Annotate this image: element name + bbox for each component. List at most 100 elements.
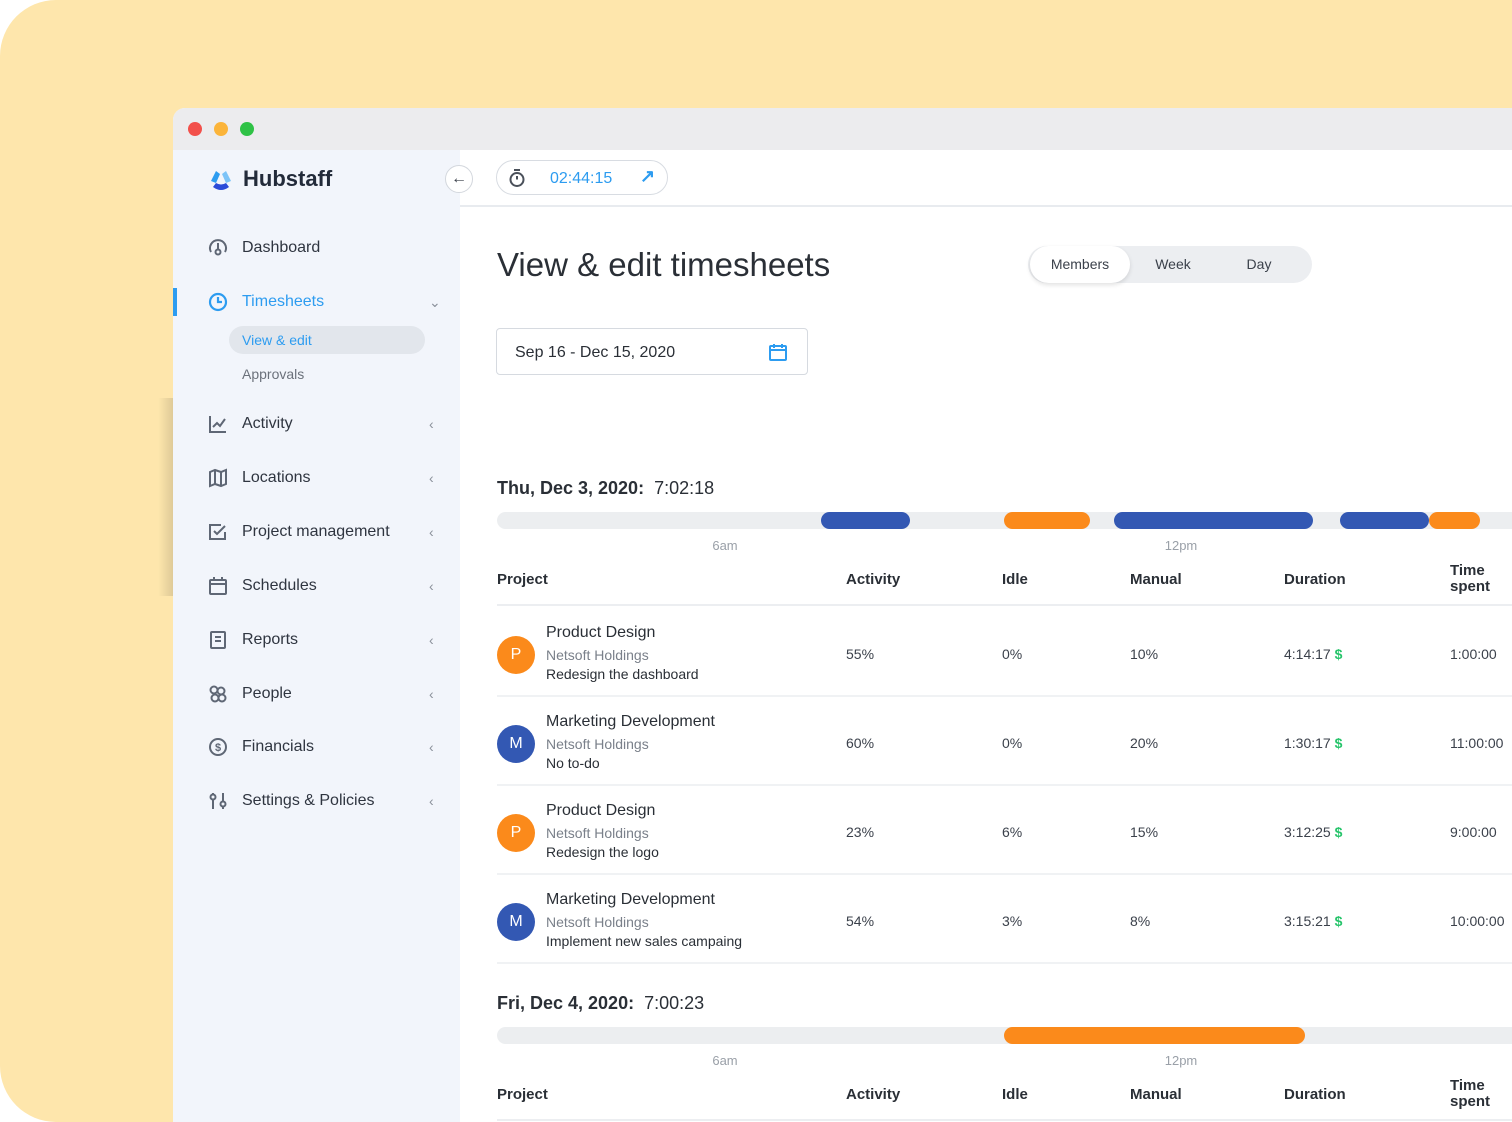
todo-name: Redesign the dashboard	[546, 666, 699, 682]
sidebar-item-locations[interactable]: Locations ‹	[173, 458, 460, 498]
logo[interactable]: Hubstaff	[207, 165, 332, 193]
date-range-value: Sep 16 - Dec 15, 2020	[515, 344, 676, 361]
idle-value: 3%	[1002, 913, 1023, 929]
checkbox-icon	[209, 524, 226, 540]
table-row[interactable]: M Marketing Development Netsoft Holdings…	[497, 875, 1512, 964]
column-header-duration[interactable]: Duration	[1284, 571, 1346, 588]
tab-members[interactable]: Members	[1030, 246, 1130, 283]
column-header-activity[interactable]: Activity	[846, 1086, 900, 1103]
billable-dollar-icon: $	[1334, 913, 1343, 929]
timer-widget[interactable]: 02:44:15 ↗	[496, 160, 668, 195]
timeline-segment-idle[interactable]	[1003, 1027, 1305, 1044]
sidebar-item-project-management[interactable]: Project management ‹	[173, 512, 460, 552]
activity-value: 23%	[846, 824, 875, 840]
day-date: Thu, Dec 3, 2020:	[497, 478, 645, 498]
close-window-button[interactable]	[188, 122, 202, 136]
column-header-time-spent[interactable]: Time spent	[1450, 1078, 1502, 1110]
chart-icon	[209, 416, 226, 433]
sidebar: Hubstaff Dashboard Timesheets ⌄ View & ed…	[173, 150, 460, 1122]
sidebar-item-label: Timesheets	[242, 293, 325, 310]
project-name: Product Design	[546, 802, 656, 819]
project-avatar: P	[497, 814, 535, 852]
column-header-time-spent[interactable]: Time spent	[1450, 563, 1502, 595]
column-header-idle[interactable]: Idle	[1002, 571, 1028, 588]
billable-dollar-icon: $	[1334, 824, 1343, 840]
timeline-segment-work[interactable]	[1114, 512, 1314, 529]
time-spent-value: 11:00:00	[1450, 735, 1504, 751]
sidebar-item-label: Settings & Policies	[242, 792, 375, 809]
sidebar-item-people[interactable]: People ‹	[173, 674, 460, 714]
chevron-left-icon[interactable]: ‹	[429, 524, 434, 540]
chevron-left-icon[interactable]: ‹	[429, 416, 434, 432]
day-header: Fri, Dec 4, 2020: 7:00:23	[497, 993, 704, 1014]
minimize-window-button[interactable]	[214, 122, 228, 136]
column-header-project[interactable]: Project	[497, 1086, 548, 1103]
column-header-project[interactable]: Project	[497, 571, 548, 588]
column-header-activity[interactable]: Activity	[846, 571, 900, 588]
chevron-left-icon[interactable]: ‹	[429, 578, 434, 594]
timeline-segment-work[interactable]	[1339, 512, 1429, 529]
active-indicator	[173, 288, 177, 316]
table-row[interactable]: P Product Design Netsoft Holdings Redesi…	[497, 608, 1512, 697]
activity-value: 55%	[846, 646, 875, 662]
duration-value: 1:30:17	[1284, 735, 1331, 751]
sidebar-item-settings-policies[interactable]: Settings & Policies ‹	[173, 781, 460, 821]
chevron-left-icon[interactable]: ‹	[429, 793, 434, 809]
duration-value: 3:15:21	[1284, 913, 1331, 929]
report-icon	[210, 631, 226, 649]
idle-value: 0%	[1002, 646, 1023, 662]
chevron-down-icon[interactable]: ⌄	[429, 294, 441, 311]
sidebar-subitem-approvals[interactable]: Approvals	[229, 360, 425, 388]
people-icon	[209, 685, 227, 703]
date-range-picker[interactable]: Sep 16 - Dec 15, 2020	[496, 328, 808, 375]
sidebar-item-label: Dashboard	[242, 239, 321, 256]
column-header-manual[interactable]: Manual	[1130, 571, 1182, 588]
header-divider	[497, 1119, 1512, 1121]
sidebar-item-activity[interactable]: Activity ‹	[173, 404, 460, 444]
sidebar-item-dashboard[interactable]: Dashboard	[173, 228, 460, 268]
time-spent-value: 10:00:00	[1450, 913, 1505, 929]
chevron-left-icon[interactable]: ‹	[429, 470, 434, 486]
timeline-segment-idle[interactable]	[1428, 512, 1480, 529]
dashboard-icon	[209, 239, 227, 256]
sidebar-item-label: Activity	[242, 415, 293, 432]
expand-arrow-icon[interactable]: ↗	[640, 166, 655, 187]
sidebar-subitem-view-edit[interactable]: View & edit	[229, 326, 425, 354]
time-spent-value: 9:00:00	[1450, 824, 1497, 840]
chevron-left-icon[interactable]: ‹	[429, 632, 434, 648]
idle-value: 0%	[1002, 735, 1023, 751]
manual-value: 8%	[1130, 913, 1151, 929]
todo-name: No to-do	[546, 755, 600, 771]
sidebar-item-financials[interactable]: $ Financials ‹	[173, 727, 460, 767]
activity-value: 54%	[846, 913, 875, 929]
chevron-left-icon[interactable]: ‹	[429, 686, 434, 702]
maximize-window-button[interactable]	[240, 122, 254, 136]
sidebar-item-reports[interactable]: Reports ‹	[173, 620, 460, 660]
tab-day[interactable]: Day	[1226, 246, 1292, 283]
calendar-icon	[769, 344, 787, 361]
collapse-sidebar-button[interactable]: ←	[445, 165, 473, 193]
table-row[interactable]: M Marketing Development Netsoft Holdings…	[497, 697, 1512, 786]
timeline-track	[497, 1027, 1512, 1044]
time-spent-value: 1:00:00	[1450, 646, 1497, 662]
column-header-idle[interactable]: Idle	[1002, 1086, 1028, 1103]
timeline-tick: 6am	[712, 1053, 738, 1068]
timeline-segment-work[interactable]	[820, 512, 910, 529]
table-row[interactable]: P Product Design Netsoft Holdings Redesi…	[497, 786, 1512, 875]
app-name: Hubstaff	[243, 166, 333, 191]
day-total: 7:02:18	[654, 478, 715, 498]
sidebar-item-timesheets[interactable]: Timesheets ⌄	[173, 282, 460, 322]
chevron-left-icon[interactable]: ‹	[429, 739, 434, 755]
header-divider	[497, 604, 1512, 606]
project-name: Product Design	[546, 624, 656, 641]
tab-week[interactable]: Week	[1140, 246, 1206, 283]
project-avatar: M	[497, 725, 535, 763]
column-header-duration[interactable]: Duration	[1284, 1086, 1346, 1103]
timeline-segment-idle[interactable]	[1003, 512, 1090, 529]
column-header-manual[interactable]: Manual	[1130, 1086, 1182, 1103]
project-avatar: M	[497, 903, 535, 941]
client-name: Netsoft Holdings	[546, 647, 649, 663]
sidebar-item-schedules[interactable]: Schedules ‹	[173, 566, 460, 606]
arrow-left-icon: ←	[451, 170, 467, 187]
idle-value: 6%	[1002, 824, 1023, 840]
